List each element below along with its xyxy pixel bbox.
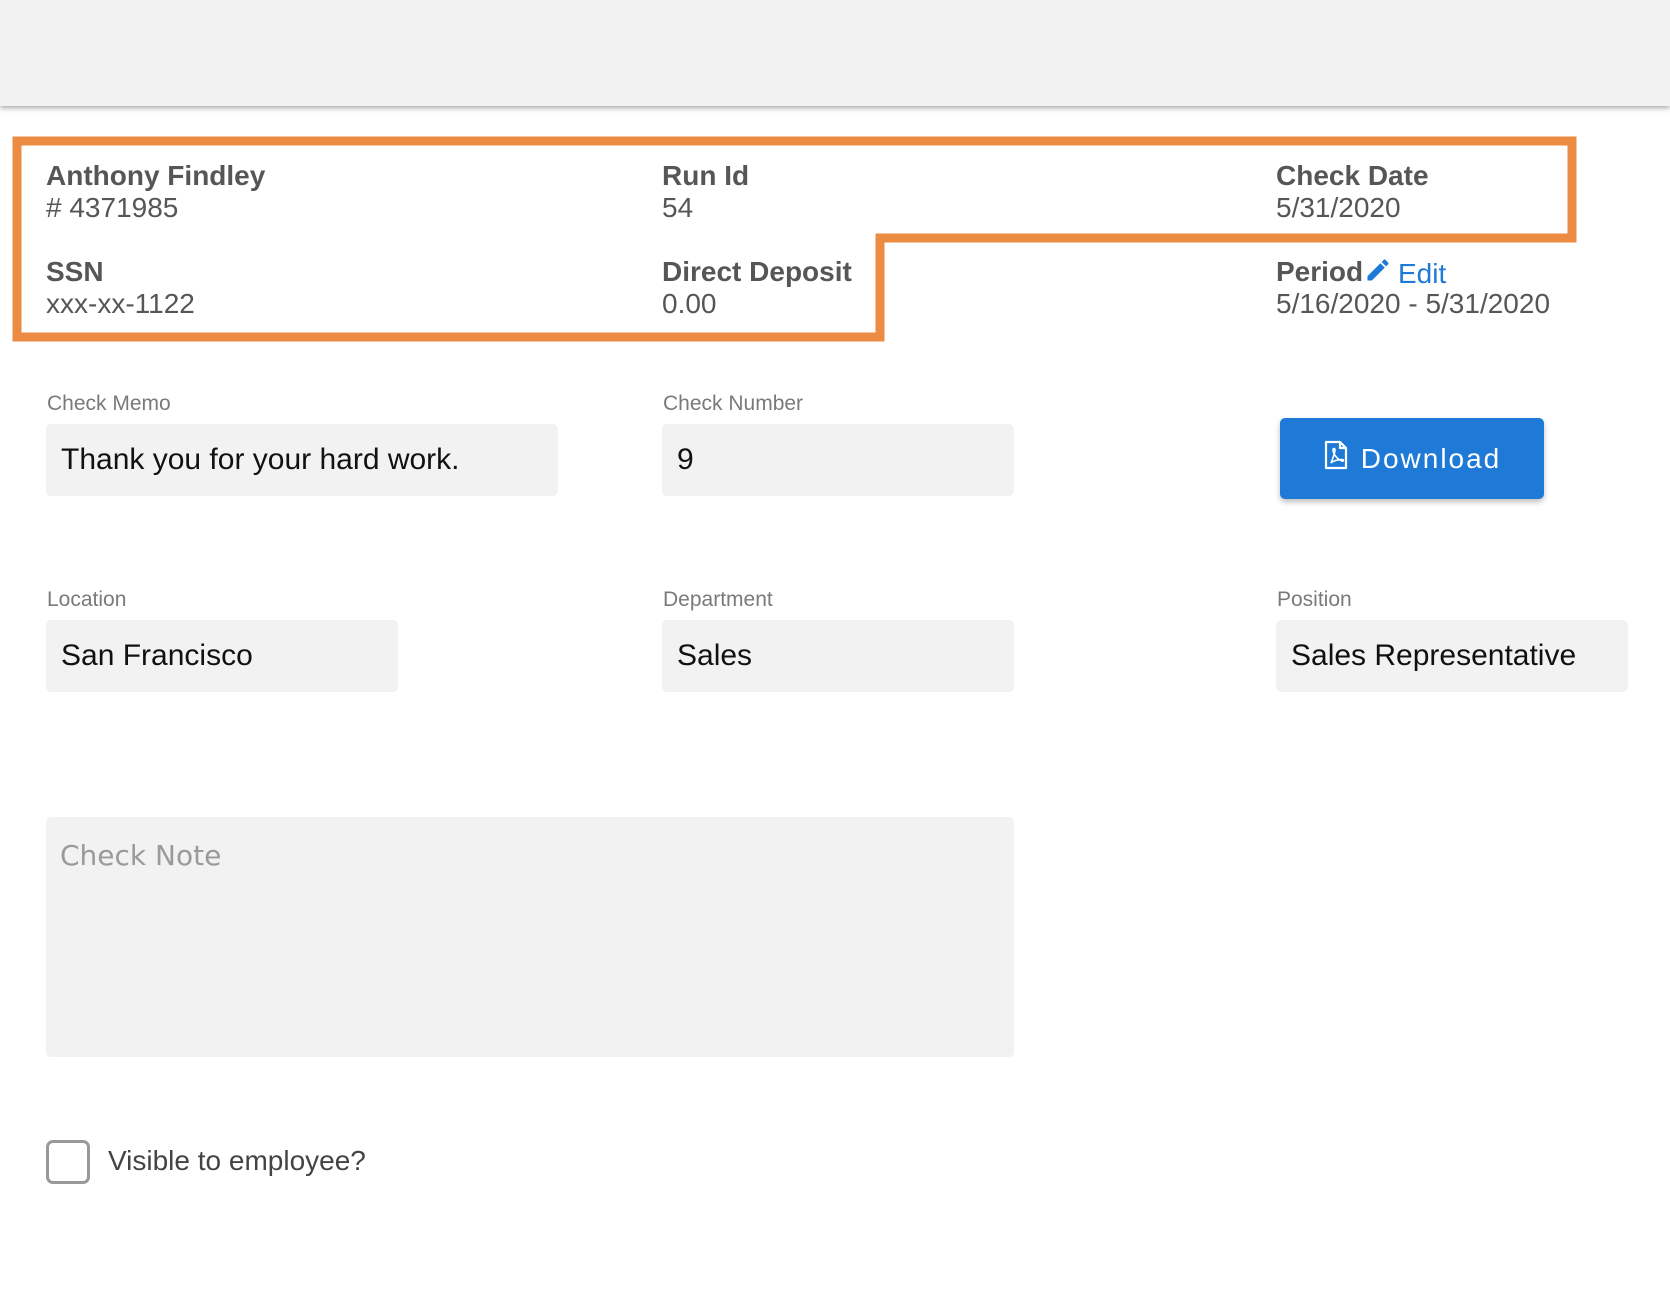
department-input[interactable] <box>662 620 1014 692</box>
check-note-textarea[interactable] <box>46 817 1014 1057</box>
check-number-input[interactable] <box>662 424 1014 496</box>
check-memo-input[interactable] <box>46 424 558 496</box>
visible-to-employee-checkbox[interactable] <box>46 1140 90 1184</box>
direct-deposit-label: Direct Deposit <box>662 256 852 287</box>
top-bar <box>0 0 1670 106</box>
file-pdf-icon <box>1323 440 1349 477</box>
download-button[interactable]: Download <box>1280 418 1544 499</box>
employee-name: Anthony Findley <box>46 160 266 191</box>
check-date-label: Check Date <box>1276 160 1429 191</box>
check-memo-label: Check Memo <box>47 392 171 415</box>
location-input[interactable] <box>46 620 398 692</box>
pencil-icon <box>1364 256 1392 291</box>
ssn-value: xxx-xx-1122 <box>46 288 195 319</box>
period-edit-link[interactable]: Edit <box>1364 256 1446 291</box>
run-id-value: 54 <box>662 192 694 223</box>
location-label: Location <box>47 588 127 611</box>
ssn-label: SSN <box>46 256 104 287</box>
position-input[interactable] <box>1276 620 1628 692</box>
run-id-label: Run Id <box>662 160 750 191</box>
visible-to-employee-label[interactable]: Visible to employee? <box>108 1144 366 1178</box>
position-label: Position <box>1277 588 1352 611</box>
edit-label: Edit <box>1398 257 1447 289</box>
check-number-label: Check Number <box>663 392 804 415</box>
period-value: 5/16/2020 - 5/31/2020 <box>1276 288 1551 319</box>
direct-deposit-value: 0.00 <box>662 288 717 319</box>
department-label: Department <box>663 588 773 611</box>
check-date-value: 5/31/2020 <box>1276 192 1401 223</box>
period-label: Period <box>1276 256 1364 287</box>
download-label: Download <box>1360 442 1502 474</box>
employee-number: # 4371985 <box>46 192 179 223</box>
